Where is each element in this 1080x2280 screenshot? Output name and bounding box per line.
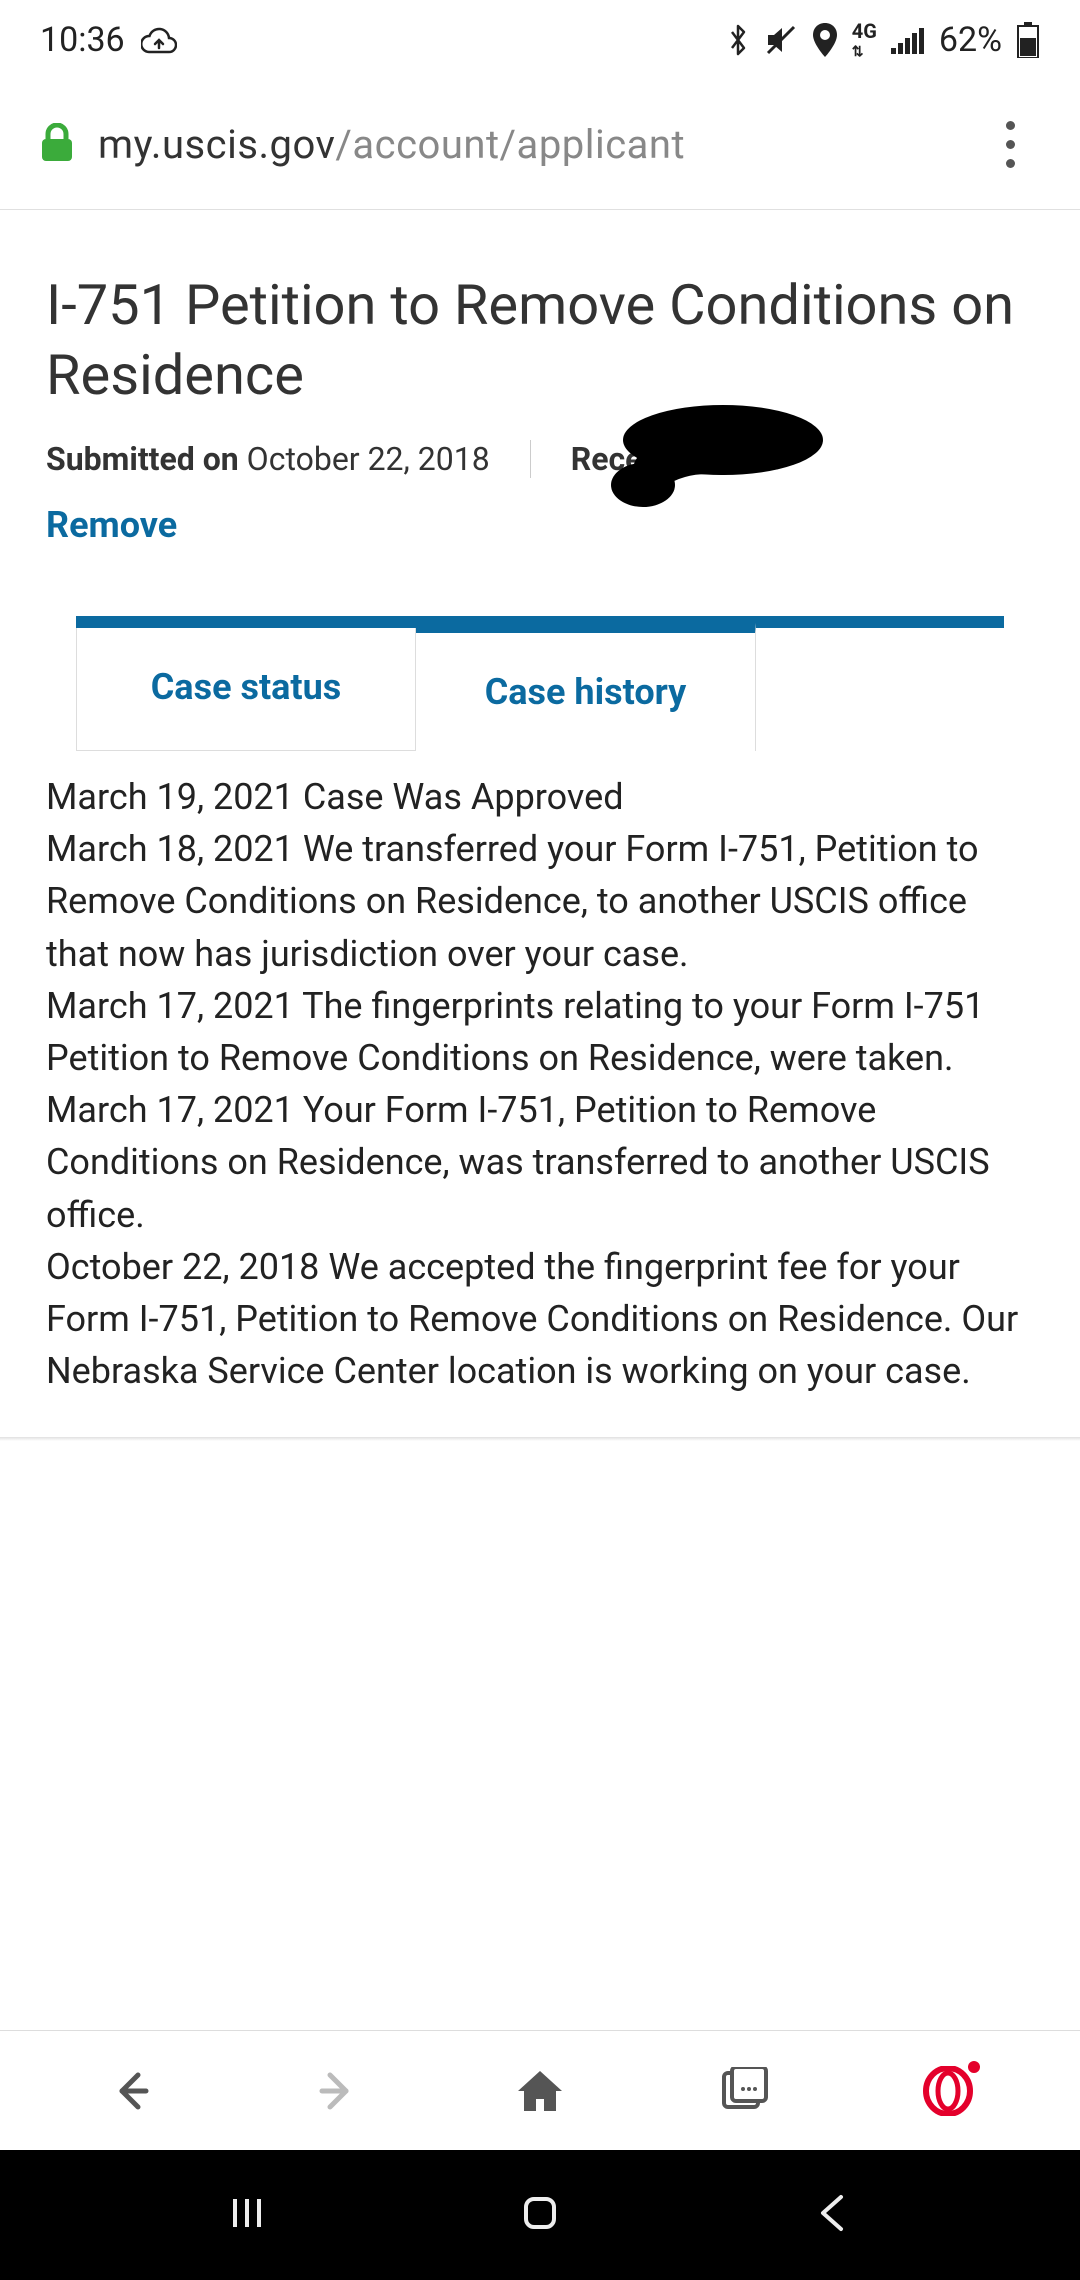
signal-icon: [891, 26, 925, 54]
forward-button[interactable]: [306, 2061, 366, 2121]
lock-icon: [40, 123, 74, 167]
recents-button[interactable]: [223, 2189, 271, 2241]
opera-menu-button[interactable]: [918, 2061, 978, 2121]
page-content: I-751 Petition to Remove Conditions on R…: [0, 210, 1080, 1471]
mute-icon: [764, 23, 798, 57]
tab-case-history[interactable]: Case history: [416, 623, 756, 751]
case-meta-row: Submitted on October 22, 2018 Receipt # …: [46, 440, 1034, 478]
browser-menu-button[interactable]: [980, 121, 1040, 168]
sys-home-button[interactable]: [516, 2189, 564, 2241]
tab-case-status[interactable]: Case status: [76, 628, 416, 751]
submitted-label: Submitted on: [46, 440, 247, 478]
case-history-list: March 19, 2021 Case Was Approved March 1…: [46, 751, 1034, 1437]
history-entry: March 19, 2021 Case Was Approved: [46, 771, 1034, 823]
sys-back-button[interactable]: [809, 2189, 857, 2241]
browser-address-bar[interactable]: my.uscis.gov/account/applicant: [0, 80, 1080, 210]
system-nav-bar: [0, 2150, 1080, 2280]
cloud-sync-icon: [141, 26, 177, 54]
history-entry: March 17, 2021 The fingerprints relating…: [46, 980, 1034, 1084]
clock-text: 10:36: [40, 20, 125, 60]
bluetooth-icon: [726, 23, 750, 57]
redaction-mark: [603, 400, 823, 510]
receipt-meta: Receipt # LIN: [531, 440, 764, 478]
url-host: my.uscis.gov: [98, 121, 335, 168]
remove-link[interactable]: Remove: [46, 504, 177, 546]
submitted-meta: Submitted on October 22, 2018: [46, 440, 531, 478]
tabs-button[interactable]: [714, 2061, 774, 2121]
page-title: I-751 Petition to Remove Conditions on R…: [46, 270, 1034, 410]
notification-dot-icon: [968, 2061, 980, 2073]
home-button[interactable]: [510, 2061, 570, 2121]
battery-percent: 62%: [939, 20, 1002, 60]
tabs-container: Case status Case history: [76, 616, 1004, 751]
url-display[interactable]: my.uscis.gov/account/applicant: [98, 121, 956, 168]
location-icon: [812, 23, 838, 57]
url-path: /account/applicant: [335, 121, 685, 168]
network-4g-icon: 4G⇅: [852, 22, 877, 59]
history-entry: March 18, 2021 We transferred your Form …: [46, 823, 1034, 980]
back-button[interactable]: [102, 2061, 162, 2121]
status-bar: 10:36 4G⇅ 62%: [0, 0, 1080, 80]
submitted-date: October 22, 2018: [247, 440, 490, 478]
history-entry: October 22, 2018 We accepted the fingerp…: [46, 1241, 1034, 1398]
battery-icon: [1016, 22, 1040, 58]
history-entry: March 17, 2021 Your Form I-751, Petition…: [46, 1084, 1034, 1241]
browser-bottom-nav: [0, 2030, 1080, 2150]
